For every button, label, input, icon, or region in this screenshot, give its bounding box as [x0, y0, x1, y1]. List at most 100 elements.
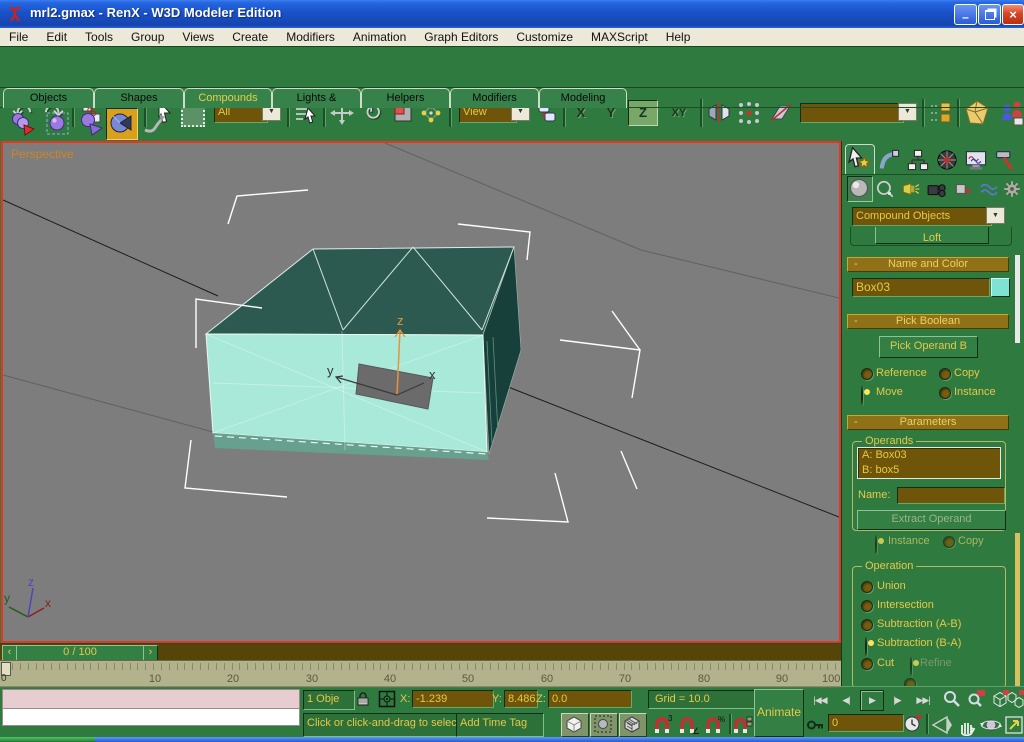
menu-file[interactable]: File — [0, 29, 37, 45]
name-color-rollout-header[interactable]: - Name and Color — [847, 257, 1009, 272]
time-slider-prev-button[interactable]: ‹ — [2, 645, 17, 661]
maxscript-listener-input[interactable] — [2, 708, 300, 726]
loft-icon[interactable] — [141, 111, 167, 137]
animate-button[interactable]: Animate — [754, 689, 804, 737]
radio-move[interactable] — [861, 386, 863, 405]
menu-animation[interactable]: Animation — [344, 29, 415, 45]
tab-modify[interactable] — [875, 146, 903, 173]
radio-cut[interactable] — [861, 658, 873, 670]
tab-compounds[interactable]: Compounds — [184, 88, 272, 108]
radio-union[interactable] — [861, 581, 873, 593]
menu-tools[interactable]: Tools — [76, 29, 122, 45]
parameters-rollout-header[interactable]: - Parameters — [847, 415, 1009, 430]
loft-button[interactable]: Loft — [875, 227, 989, 244]
box-object[interactable] — [206, 247, 521, 460]
radio-clipped[interactable] — [904, 678, 916, 686]
radio-instance[interactable] — [939, 387, 951, 399]
menu-edit[interactable]: Edit — [37, 29, 76, 45]
radio-intersection-label[interactable]: Intersection — [877, 599, 934, 612]
category-dropdown-arrow[interactable]: ▼ — [986, 207, 1005, 224]
minimize-button[interactable]: – — [954, 4, 977, 25]
radio-union-label[interactable]: Union — [877, 580, 906, 593]
category-spacewarps[interactable] — [977, 177, 1001, 201]
tab-hierarchy[interactable] — [904, 146, 932, 173]
viewport-label[interactable]: Perspective — [11, 146, 74, 162]
menu-help[interactable]: Help — [657, 29, 700, 45]
menu-graph-editors[interactable]: Graph Editors — [415, 29, 507, 45]
current-frame-field[interactable]: 0 — [828, 714, 904, 732]
radio-extract-instance-label[interactable]: Instance — [888, 535, 930, 548]
selection-region-toggle[interactable] — [590, 713, 618, 737]
operand-item-b[interactable]: B: box5 — [858, 463, 1000, 478]
next-frame-button[interactable]: |▶ — [887, 691, 907, 709]
radio-reference[interactable] — [861, 368, 873, 380]
tab-utilities[interactable] — [991, 146, 1019, 173]
tab-motion[interactable] — [933, 146, 961, 173]
time-slider-next-button[interactable]: › — [143, 645, 158, 661]
menu-maxscript[interactable]: MAXScript — [582, 29, 657, 45]
time-slider-handle[interactable]: 0 / 100 — [16, 645, 144, 661]
radio-move-label[interactable]: Move — [876, 386, 903, 399]
tab-modeling[interactable]: Modeling — [539, 88, 627, 108]
category-cameras[interactable] — [925, 177, 949, 201]
percent-snap-icon[interactable]: % — [704, 714, 726, 736]
radio-reference-label[interactable]: Reference — [876, 367, 927, 380]
radio-subtraction-ba[interactable] — [865, 637, 867, 656]
boolean-button-active[interactable] — [106, 108, 138, 140]
go-to-end-button[interactable]: ▶▶| — [910, 691, 936, 709]
arc-rotate-icon[interactable] — [980, 714, 1002, 736]
object-name-field[interactable]: Box03 — [852, 278, 990, 297]
tab-shapes[interactable]: Shapes — [94, 88, 184, 108]
radio-extract-instance[interactable] — [875, 535, 877, 554]
track-bar[interactable]: 0 10 20 30 40 50 60 70 80 90 100 — [0, 660, 841, 688]
radio-copy[interactable] — [939, 368, 951, 380]
restore-button[interactable] — [978, 4, 1001, 25]
add-time-tag-field[interactable]: Add Time Tag — [456, 713, 544, 737]
snap-3d-icon[interactable]: 3 — [652, 714, 674, 736]
object-category-dropdown[interactable]: Compound Objects — [852, 207, 992, 226]
menu-modifiers[interactable]: Modifiers — [277, 29, 344, 45]
radio-extract-copy-label[interactable]: Copy — [958, 535, 984, 548]
menu-group[interactable]: Group — [122, 29, 173, 45]
field-of-view-icon[interactable] — [931, 714, 953, 736]
go-to-start-button[interactable]: |◀◀ — [808, 691, 832, 709]
zoom-region-icon[interactable] — [966, 689, 986, 709]
tab-create[interactable] — [845, 144, 875, 174]
angle-snap-icon[interactable]: ∠ — [678, 714, 700, 736]
tab-modifiers[interactable]: Modifiers — [450, 88, 539, 108]
previous-frame-button[interactable]: ◀| — [836, 691, 856, 709]
radio-subtraction-ab-label[interactable]: Subtraction (A-B) — [877, 618, 961, 631]
min-max-toggle-icon[interactable] — [1004, 714, 1024, 736]
tab-display[interactable] — [962, 146, 990, 173]
maxscript-listener-macro[interactable] — [2, 689, 300, 709]
tab-objects[interactable]: Objects — [3, 88, 94, 108]
degradation-override-button[interactable] — [561, 713, 589, 737]
category-geometry[interactable] — [847, 176, 873, 202]
radio-extract-copy[interactable] — [943, 536, 955, 548]
extract-operand-button[interactable]: Extract Operand — [857, 510, 1006, 530]
object-color-swatch[interactable] — [991, 278, 1010, 297]
close-button[interactable]: × — [1002, 4, 1024, 25]
selection-lock-icon[interactable] — [355, 690, 371, 708]
panel-scrollbar-thumb[interactable] — [1015, 533, 1020, 686]
menu-create[interactable]: Create — [223, 29, 277, 45]
y-coord-field[interactable]: 8.486 — [504, 690, 538, 708]
z-coord-field[interactable]: 0.0 — [548, 690, 632, 708]
radio-refine[interactable] — [910, 657, 912, 676]
operand-item-a[interactable]: A: Box03 — [858, 448, 1000, 463]
operand-name-field[interactable] — [897, 487, 1005, 504]
panel-scrollbar-upper[interactable] — [1015, 255, 1020, 343]
spinner-snap-icon[interactable] — [733, 714, 753, 736]
pick-boolean-rollout-header[interactable]: - Pick Boolean — [847, 314, 1009, 329]
pick-operand-b-button[interactable]: Pick Operand B — [879, 336, 978, 358]
category-systems[interactable] — [1000, 177, 1024, 201]
operands-listbox[interactable]: A: Box03 B: box5 — [857, 447, 1001, 479]
snap-toggle-button[interactable] — [619, 713, 647, 737]
zoom-icon[interactable] — [942, 689, 962, 709]
scatter-icon[interactable] — [44, 110, 72, 138]
x-coord-field[interactable]: -1.239 — [412, 690, 494, 708]
radio-intersection[interactable] — [861, 600, 873, 612]
morph-icon[interactable] — [10, 111, 36, 137]
radio-subtraction-ba-label[interactable]: Subtraction (B-A) — [877, 637, 961, 650]
perspective-viewport[interactable]: z y x x y z — [1, 141, 841, 643]
